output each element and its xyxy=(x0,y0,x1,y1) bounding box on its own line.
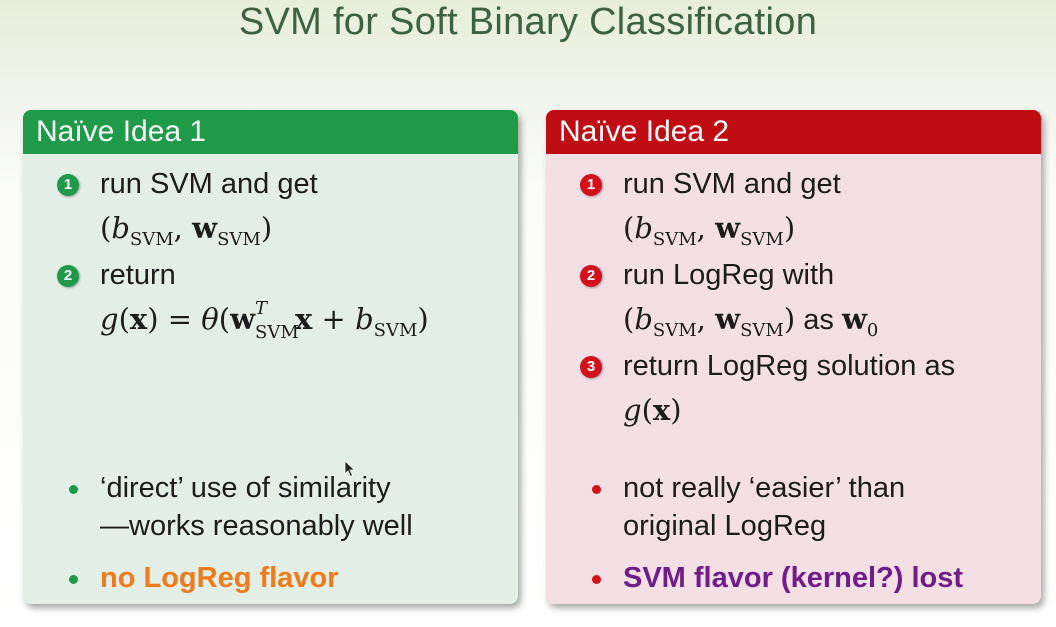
bullet-dot xyxy=(69,575,78,584)
idea2-bullet-1-line1: not really ‘easier’ than xyxy=(623,472,906,504)
step-number-badge: 3 xyxy=(580,356,602,378)
idea2-header: Naïve Idea 2 xyxy=(546,110,1041,154)
bullet-dot xyxy=(69,485,78,494)
idea2-bullet-2: SVM flavor (kernel?) lost xyxy=(623,562,964,594)
idea1-bullet-2: no LogReg flavor xyxy=(100,562,339,594)
idea2-svm-params: (bSVM, wSVM) xyxy=(623,211,796,250)
idea2-step-3-text: return LogReg solution as xyxy=(623,350,956,382)
step-number-badge: 1 xyxy=(57,174,79,196)
idea2-body: 1 run SVM and get (bSVM, wSVM) 2 run Log… xyxy=(546,154,1041,604)
idea1-body: 1 run SVM and get (bSVM, wSVM) 2 return … xyxy=(23,154,518,604)
idea1-step-1-text: run SVM and get xyxy=(100,168,318,200)
step-number-badge: 2 xyxy=(580,265,602,287)
idea1-bullet-1-line2: —works reasonably well xyxy=(100,510,413,542)
idea2-gx: g(x) xyxy=(623,393,682,427)
idea2-init-params: (bSVM, wSVM) as w0 xyxy=(623,302,879,341)
idea1-formula: g(x) = θ(w T SVM x + bSVM) xyxy=(100,298,429,343)
slide-title: SVM for Soft Binary Classification xyxy=(238,1,818,43)
mouse-cursor-icon xyxy=(344,460,356,478)
bullet-dot xyxy=(592,485,601,494)
idea1-block: Naïve Idea 1 1 run SVM and get (bSVM, wS… xyxy=(23,110,518,604)
step-number-badge: 1 xyxy=(580,174,602,196)
idea1-step-2-text: return xyxy=(100,259,176,291)
idea2-bullet-1-line2: original LogReg xyxy=(623,510,827,542)
idea1-header: Naïve Idea 1 xyxy=(23,110,518,154)
idea2-step-1-text: run SVM and get xyxy=(623,168,841,200)
idea1-svm-params: (bSVM, wSVM) xyxy=(100,211,273,250)
idea2-step-2-text: run LogReg with xyxy=(623,259,835,291)
bullet-dot xyxy=(592,575,601,584)
step-number-badge: 2 xyxy=(57,265,79,287)
idea2-block: Naïve Idea 2 1 run SVM and get (bSVM, wS… xyxy=(546,110,1041,604)
